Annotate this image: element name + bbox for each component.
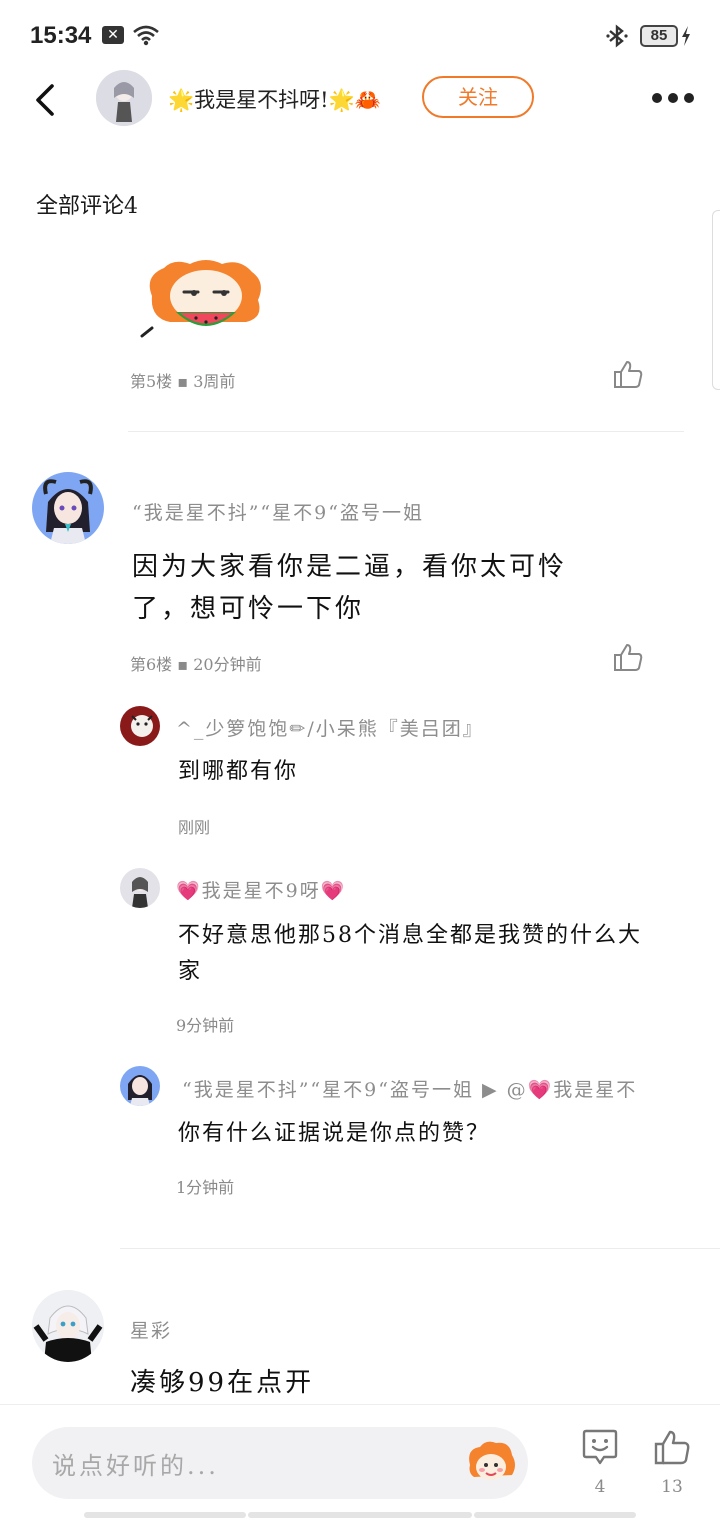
status-bar: 15:34 ✕ 85: [0, 0, 720, 72]
bluetooth-icon: [606, 24, 628, 48]
reply-username[interactable]: “我是星不抖”“星不9“盗号一姐 ▶ @💗我是星不: [182, 1075, 637, 1102]
header: 🌟我是星不抖呀!🌟🦀 关注: [0, 66, 720, 132]
reply-username[interactable]: 💗我是星不9呀💗: [176, 876, 346, 903]
comment-content: 因为大家看你是二逼，看你太可怜 了，想可怜一下你: [132, 546, 567, 630]
reply-avatar[interactable]: [120, 706, 160, 746]
commenter-name[interactable]: “我是星不抖”“星不9“盗号一姐: [132, 498, 424, 525]
side-scroll-handle[interactable]: [712, 210, 720, 390]
divider: [120, 1248, 720, 1249]
like-icon[interactable]: [612, 641, 644, 673]
reply-avatar[interactable]: [120, 868, 160, 908]
notification-x-icon: ✕: [102, 26, 124, 44]
like-icon[interactable]: [652, 1427, 692, 1467]
follow-button[interactable]: 关注: [422, 76, 534, 118]
more-options-icon[interactable]: [646, 86, 698, 110]
comment-content: 凑够99在点开: [130, 1368, 315, 1398]
battery-indicator: 85: [640, 25, 678, 47]
charging-icon: [682, 26, 690, 46]
comment-meta: 第6楼 ▪ 20分钟前: [130, 655, 262, 674]
emoji-sticker-icon[interactable]: [464, 1439, 518, 1489]
comment-time: 20分钟前: [193, 655, 262, 674]
comment-count: 4: [594, 1477, 606, 1497]
divider: [128, 431, 684, 432]
commenter-name[interactable]: 星彩: [130, 1316, 172, 1343]
commenter-avatar[interactable]: [32, 472, 104, 544]
reply-content: 你有什么证据说是你点的赞？: [178, 1121, 491, 1146]
author-avatar[interactable]: [96, 70, 152, 126]
comment-bubble-icon[interactable]: [580, 1427, 620, 1467]
nav-gesture-bar: [248, 1512, 472, 1518]
reply-line: 不好意思他那58个消息全都是我赞的什么大: [178, 923, 642, 948]
comment-meta: 第5楼 ▪ 3周前: [130, 372, 236, 391]
reply-time: 刚刚: [178, 818, 211, 837]
sticker-image[interactable]: [140, 256, 270, 342]
nav-gesture-bar: [474, 1512, 636, 1518]
like-icon[interactable]: [612, 358, 644, 390]
comment-time: 3周前: [193, 372, 236, 391]
comment-input-bar: 说点好听的... 4 13: [0, 1404, 720, 1520]
nav-gesture-bar: [84, 1512, 246, 1518]
comment-input-placeholder: 说点好听的...: [52, 1452, 219, 1480]
author-name[interactable]: 🌟我是星不抖呀!🌟🦀: [168, 84, 381, 114]
reply-time: 1分钟前: [176, 1178, 235, 1197]
wifi-icon: [133, 25, 159, 46]
commenter-avatar[interactable]: [32, 1290, 104, 1362]
reply-avatar[interactable]: [120, 1066, 160, 1106]
reply-content: 到哪都有你: [178, 759, 299, 784]
comment-input[interactable]: 说点好听的...: [32, 1427, 528, 1499]
status-time: 15:34: [30, 22, 92, 49]
reply-content: 不好意思他那58个消息全都是我赞的什么大 家: [178, 918, 642, 990]
comment-line: 了，想可怜一下你: [132, 594, 365, 624]
floor-number: 第5楼: [130, 372, 173, 391]
comments-section-title: 全部评论4: [36, 194, 138, 219]
back-arrow-icon[interactable]: [26, 80, 66, 120]
reply-line: 家: [178, 959, 203, 984]
reply-time: 9分钟前: [176, 1016, 235, 1035]
reply-username[interactable]: ^_少箩饱饱✏/小呆熊『美吕团』: [176, 714, 484, 741]
like-count: 13: [661, 1477, 683, 1497]
floor-number: 第6楼: [130, 655, 173, 674]
comment-line: 因为大家看你是二逼，看你太可怜: [132, 552, 568, 582]
